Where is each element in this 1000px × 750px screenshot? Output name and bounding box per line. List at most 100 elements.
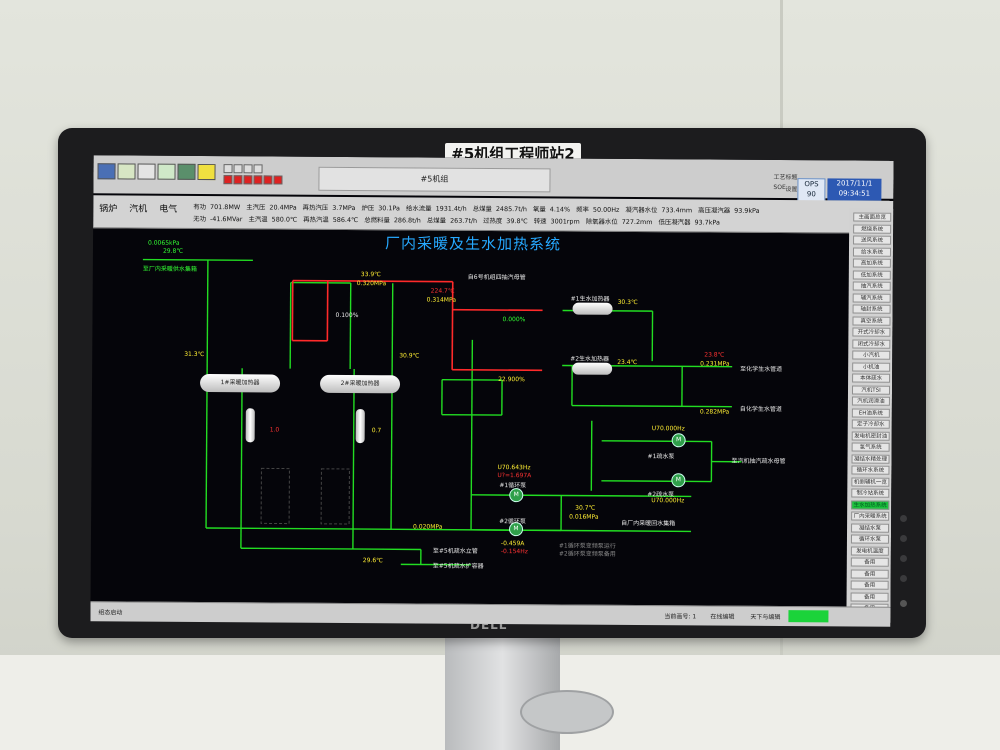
nav-item[interactable]: 备用 — [850, 580, 889, 590]
nav-item[interactable]: 给水系统 — [852, 247, 892, 257]
level-tank-2[interactable] — [355, 409, 365, 444]
diagram-title: 厂内采暖及生水加热系统 — [384, 234, 562, 254]
nav-item[interactable]: 备用 — [850, 557, 889, 567]
alarm-icon[interactable] — [197, 163, 216, 181]
label-pressure: 0.320MPa — [356, 280, 387, 288]
nav-item[interactable]: 氢气系统 — [851, 442, 890, 452]
hmi-screen: #5机组 工艺标题 SOE 设置 OPS 90 2017/11/1 09:34:… — [90, 155, 894, 627]
nav-item[interactable]: 制冷站系统 — [851, 488, 890, 498]
taskbar-item[interactable]: 在线编辑 — [710, 612, 734, 621]
alarm-indicator-icon[interactable] — [263, 175, 273, 185]
alarm-indicator-icon[interactable] — [253, 175, 263, 185]
label-source: 自6号机组四抽汽母管 — [467, 273, 526, 282]
nav-item[interactable]: EH油系统 — [851, 408, 890, 418]
steam-to-heater1 — [452, 308, 543, 312]
label-note: #2循环泵变频泵备用 — [558, 550, 616, 558]
alarm-indicator-icon[interactable] — [223, 164, 233, 174]
alarm-indicator-icon[interactable] — [273, 175, 283, 185]
network-icon[interactable] — [177, 163, 196, 180]
monitor-button[interactable] — [900, 575, 907, 582]
trend-icon[interactable] — [117, 163, 136, 180]
nav-item[interactable]: 凝结水泵 — [851, 523, 890, 533]
nav-item[interactable]: 轴封系统 — [852, 304, 891, 314]
nav-item[interactable]: 凝结水精处理 — [851, 454, 890, 464]
nav-item[interactable]: 厂内采暖系统 — [851, 511, 890, 521]
alarm-indicator-icon[interactable] — [223, 175, 233, 185]
nav-item[interactable]: 本体疏水 — [852, 373, 891, 383]
toolbar-label[interactable]: SOE — [773, 184, 785, 191]
steam-pipe-down — [451, 281, 454, 370]
nav-item[interactable]: 备用 — [850, 569, 889, 579]
pipe-drain-pump1 — [601, 440, 712, 443]
alarm-indicator-icon[interactable] — [253, 164, 263, 174]
taskbar-item[interactable]: 天下与编辑 — [750, 612, 780, 621]
toolbar-label[interactable]: 工艺标题 — [773, 172, 797, 181]
nav-item[interactable]: 备用 — [850, 592, 889, 602]
tab-boiler[interactable]: 锅炉 — [99, 201, 117, 214]
nav-item[interactable]: 低加系统 — [852, 270, 891, 280]
nav-item[interactable]: 循环水泵 — [850, 534, 890, 544]
monitor-button[interactable] — [900, 515, 907, 522]
nav-item[interactable]: 抽汽系统 — [852, 281, 891, 291]
nav-item[interactable]: 小机油 — [852, 362, 891, 372]
label-temp: 224.7℃ — [430, 287, 455, 295]
monitor-button[interactable] — [900, 555, 907, 562]
page-number: 当前画号: 1 — [664, 613, 697, 621]
label-level: 0.7 — [371, 427, 382, 435]
raw-water-heater-1[interactable] — [572, 302, 613, 315]
pipe — [471, 529, 692, 533]
nav-item[interactable]: 发电机密封油 — [851, 431, 890, 441]
raw-water-heater-2[interactable] — [572, 362, 613, 375]
nav-item[interactable]: 汽机TSI — [851, 385, 891, 395]
nav-item[interactable]: 汽机润滑油 — [851, 396, 890, 406]
nav-item[interactable]: 送风系统 — [853, 235, 892, 245]
nav-item[interactable]: 开式冷却水 — [852, 327, 891, 337]
toolbar-label[interactable]: 设置 — [785, 184, 797, 193]
label-destination: 至#5机疏水立管 — [432, 547, 478, 555]
pipe-to-condenser — [240, 547, 421, 551]
label-temp: 29.8℃ — [162, 247, 184, 255]
alarm-indicator-icon[interactable] — [233, 164, 243, 174]
status-row-1: 有功 701.8MW 主汽压 20.4MPa 再热汽压 3.7MPa 炉压 30.1Pa… — [193, 202, 760, 215]
nav-item[interactable]: 发电机温度 — [850, 546, 889, 556]
level-tank-1[interactable] — [245, 408, 255, 443]
nav-item[interactable]: 真空系统 — [852, 316, 891, 326]
drain-pump-2-icon[interactable]: M — [671, 473, 686, 488]
heat-exchanger-2[interactable]: 2#采暖加热器 — [319, 374, 401, 394]
power-button[interactable] — [900, 600, 907, 607]
label-temp: 30.3℃ — [617, 298, 638, 307]
monitor-button[interactable] — [900, 535, 907, 542]
drain-pump-1-icon[interactable]: M — [671, 433, 686, 448]
label-destination: 至厂内采暖供水集箱 — [142, 265, 197, 273]
report-icon[interactable] — [157, 163, 176, 180]
circ-pump-1-icon[interactable]: M — [509, 488, 524, 503]
alarm-indicator-icon[interactable] — [233, 175, 243, 185]
label-temp: 29.6℃ — [362, 557, 383, 565]
chart-icon[interactable] — [137, 163, 156, 180]
heat-exchanger-1[interactable]: 1#采暖加热器 — [199, 373, 281, 393]
nav-item[interactable]: 生水加热系统 — [851, 500, 890, 510]
tab-turbine[interactable]: 汽机 — [129, 201, 147, 214]
label-current: U?=1.697A — [497, 472, 532, 480]
unit-title-box: #5机组 — [318, 166, 551, 193]
nav-item[interactable]: 闭式冷却水 — [852, 339, 891, 349]
nav-item[interactable]: 定子冷却水 — [851, 419, 890, 429]
nav-item[interactable]: 辅汽系统 — [852, 293, 891, 303]
start-button[interactable]: 组态启动 — [98, 607, 122, 616]
nav-item[interactable]: 燃烧系统 — [853, 224, 892, 234]
pipe-supply — [142, 258, 253, 262]
clock-date: 2017/11/1 — [836, 179, 873, 188]
label-source: 自厂内采暖回水集箱 — [621, 519, 676, 528]
nav-item[interactable]: 循环水系统 — [851, 465, 890, 475]
nav-item[interactable]: 高加系统 — [852, 258, 891, 268]
label-temp: 23.4℃ — [617, 358, 638, 367]
alarm-indicator-icon[interactable] — [243, 175, 253, 185]
tab-electrical[interactable]: 电气 — [159, 202, 177, 215]
alarm-indicator-icon[interactable] — [243, 164, 253, 174]
label-pressure: 0.0065kPa — [147, 239, 180, 247]
pipe-branch — [289, 282, 292, 369]
nav-item[interactable]: 主画面总览 — [853, 212, 892, 222]
nav-item[interactable]: 机侧辅机一览 — [851, 477, 890, 487]
monitor-icon[interactable] — [97, 163, 116, 180]
nav-item[interactable]: 小汽机 — [852, 350, 891, 360]
